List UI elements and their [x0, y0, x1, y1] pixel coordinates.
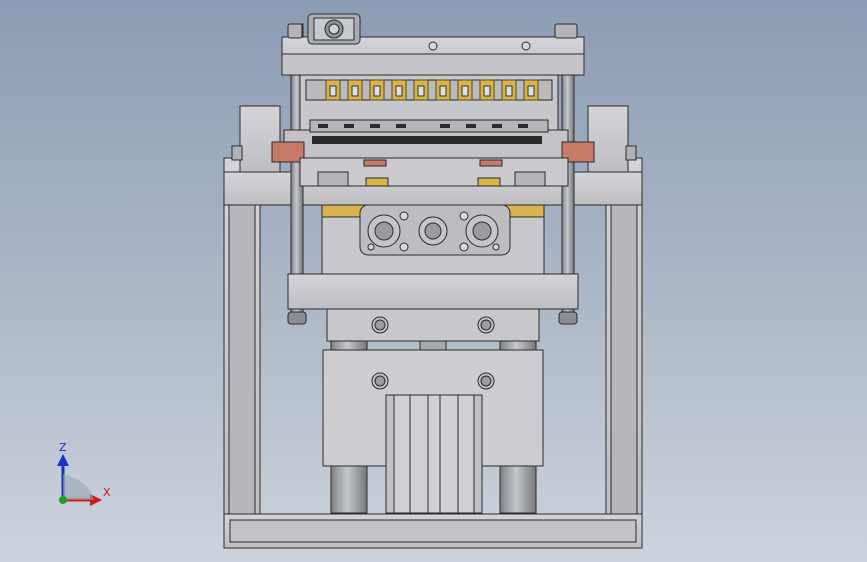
x-axis-label: X [103, 486, 111, 499]
origin-icon [59, 496, 67, 504]
cad-viewport[interactable]: Z X [0, 0, 867, 562]
axis-triad [57, 454, 102, 506]
lower-cross-plate [287, 273, 579, 310]
coupling-block [326, 308, 540, 342]
assembly-drawing [223, 13, 643, 549]
z-axis-label: Z [59, 441, 67, 454]
